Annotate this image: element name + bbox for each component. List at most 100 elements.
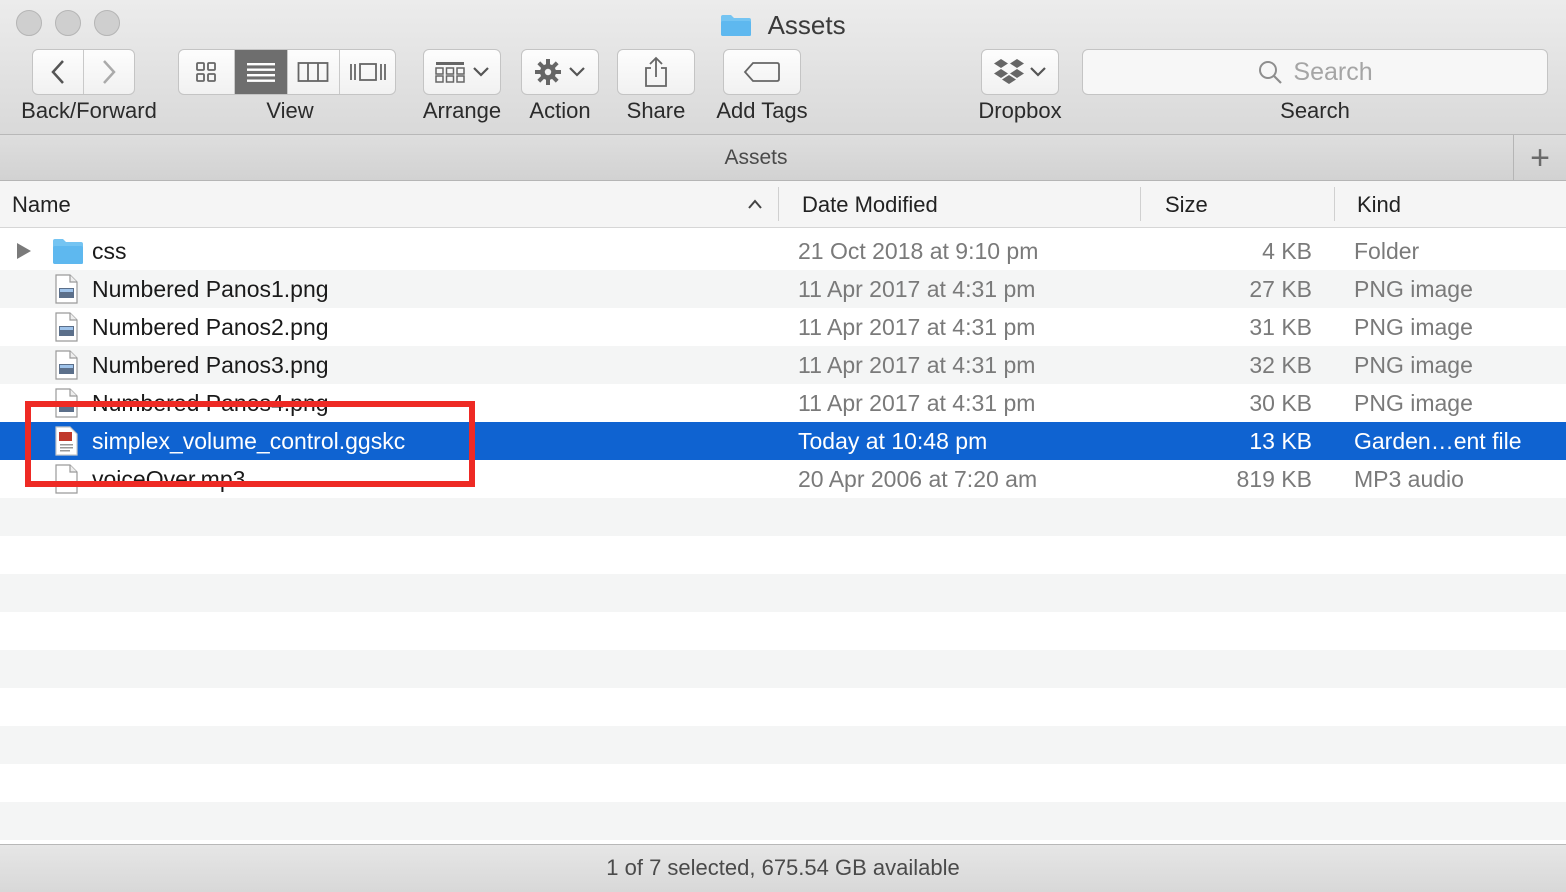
chevron-down-icon — [569, 67, 585, 77]
folder-icon — [721, 15, 752, 37]
file-size: 32 KB — [1249, 352, 1312, 378]
empty-row — [0, 802, 1566, 840]
list-icon — [246, 63, 275, 82]
arrange-button-face[interactable] — [424, 50, 500, 94]
chevron-right-icon — [102, 60, 116, 84]
icon-view-button[interactable] — [179, 50, 235, 94]
column-header-bar: Name Date Modified Size Kind — [0, 181, 1566, 228]
file-kind: Garden…ent file — [1354, 428, 1522, 454]
file-kind: PNG image — [1354, 390, 1473, 416]
search-icon — [1259, 61, 1283, 84]
empty-row — [0, 498, 1566, 536]
add-tags-button[interactable] — [723, 49, 801, 95]
file-row[interactable]: css 21 Oct 2018 at 9:10 pm 4 KB Folder — [0, 232, 1566, 270]
list-view-button[interactable] — [234, 50, 288, 94]
dropbox-button[interactable] — [981, 49, 1059, 95]
dropbox-button-face[interactable] — [982, 50, 1058, 94]
file-name: Numbered Panos3.png — [92, 352, 329, 378]
grid-icon — [196, 62, 217, 82]
empty-row — [0, 612, 1566, 650]
column-divider[interactable] — [778, 187, 779, 221]
file-row[interactable]: Numbered Panos1.png 11 Apr 2017 at 4:31 … — [0, 270, 1566, 308]
back-forward-label: Back/Forward — [21, 98, 157, 123]
file-size: 31 KB — [1249, 314, 1312, 340]
file-kind: PNG image — [1354, 314, 1473, 340]
file-size: 819 KB — [1236, 466, 1312, 492]
column-header-size[interactable]: Size — [1165, 181, 1208, 228]
view-control — [178, 49, 396, 95]
share-button-face[interactable] — [618, 50, 694, 94]
dropbox-icon — [994, 59, 1024, 84]
file-date: 11 Apr 2017 at 4:31 pm — [798, 352, 1036, 378]
column-header-kind[interactable]: Kind — [1357, 181, 1401, 228]
back-forward-control — [32, 49, 135, 95]
action-button[interactable] — [521, 49, 599, 95]
dropbox-label: Dropbox — [978, 98, 1062, 123]
status-bar: 1 of 7 selected, 675.54 GB available — [0, 844, 1566, 892]
action-button-face[interactable] — [522, 50, 598, 94]
column-divider[interactable] — [1140, 187, 1141, 221]
file-kind: Folder — [1354, 238, 1420, 264]
tab-assets[interactable]: Assets — [0, 135, 1512, 181]
empty-row — [0, 764, 1566, 802]
column-header-name[interactable]: Name — [12, 181, 71, 228]
column-view-button[interactable] — [288, 50, 341, 94]
tag-icon — [743, 62, 780, 82]
file-list: css 21 Oct 2018 at 9:10 pm 4 KB Folder N… — [0, 232, 1566, 844]
file-row[interactable]: Numbered Panos3.png 11 Apr 2017 at 4:31 … — [0, 346, 1566, 384]
empty-row — [0, 574, 1566, 612]
file-row[interactable]: Numbered Panos2.png 11 Apr 2017 at 4:31 … — [0, 308, 1566, 346]
add-tags-label: Add Tags — [716, 98, 808, 123]
file-date: 11 Apr 2017 at 4:31 pm — [798, 314, 1036, 340]
empty-row — [0, 536, 1566, 574]
search-placeholder: Search — [1293, 57, 1373, 86]
png-file-icon — [55, 274, 78, 304]
share-icon — [645, 56, 667, 87]
disclosure-triangle-icon[interactable] — [16, 242, 32, 260]
empty-row — [0, 650, 1566, 688]
back-button[interactable] — [33, 50, 84, 94]
columns-icon — [297, 62, 329, 82]
file-name: css — [92, 238, 127, 264]
png-file-icon — [55, 312, 78, 342]
tab-bar: Assets + — [0, 135, 1566, 181]
file-date: 20 Apr 2006 at 7:20 am — [798, 466, 1038, 492]
column-header-date-modified[interactable]: Date Modified — [802, 181, 938, 228]
cover-flow-view-button[interactable] — [340, 50, 395, 94]
share-button[interactable] — [617, 49, 695, 95]
file-size: 30 KB — [1249, 390, 1312, 416]
file-name: Numbered Panos2.png — [92, 314, 329, 340]
file-date: 21 Oct 2018 at 9:10 pm — [798, 238, 1039, 264]
arrange-label: Arrange — [422, 98, 502, 123]
status-text: 1 of 7 selected, 675.54 GB available — [606, 855, 960, 880]
file-size: 4 KB — [1262, 238, 1312, 264]
arrange-button[interactable] — [423, 49, 501, 95]
file-date: 11 Apr 2017 at 4:31 pm — [798, 390, 1036, 416]
action-label: Action — [529, 98, 591, 123]
sort-ascending-icon — [748, 199, 762, 209]
chevron-down-icon — [1030, 67, 1046, 77]
column-divider[interactable] — [1334, 187, 1335, 221]
search-label: Search — [1280, 98, 1350, 123]
file-kind: PNG image — [1354, 276, 1473, 302]
empty-row — [0, 726, 1566, 764]
add-tags-button-face[interactable] — [724, 50, 800, 94]
chevron-left-icon — [51, 60, 64, 84]
empty-row — [0, 688, 1566, 726]
view-label: View — [266, 98, 314, 123]
folder-icon — [53, 239, 83, 264]
annotation-highlight-box — [25, 401, 475, 487]
window-title: Assets — [0, 6, 1566, 40]
cover-flow-icon — [349, 63, 386, 81]
window-title-text: Assets — [767, 10, 846, 41]
file-size: 13 KB — [1249, 428, 1312, 454]
file-kind: PNG image — [1354, 352, 1473, 378]
file-size: 27 KB — [1249, 276, 1312, 302]
png-file-icon — [55, 350, 78, 380]
file-date: Today at 10:48 pm — [798, 428, 988, 454]
forward-button[interactable] — [84, 50, 135, 94]
toolbar: Assets Back/Forward View Arrange Action … — [0, 0, 1566, 135]
search-input[interactable]: Search — [1082, 49, 1548, 95]
file-kind: MP3 audio — [1354, 466, 1464, 492]
new-tab-button[interactable]: + — [1513, 135, 1566, 181]
